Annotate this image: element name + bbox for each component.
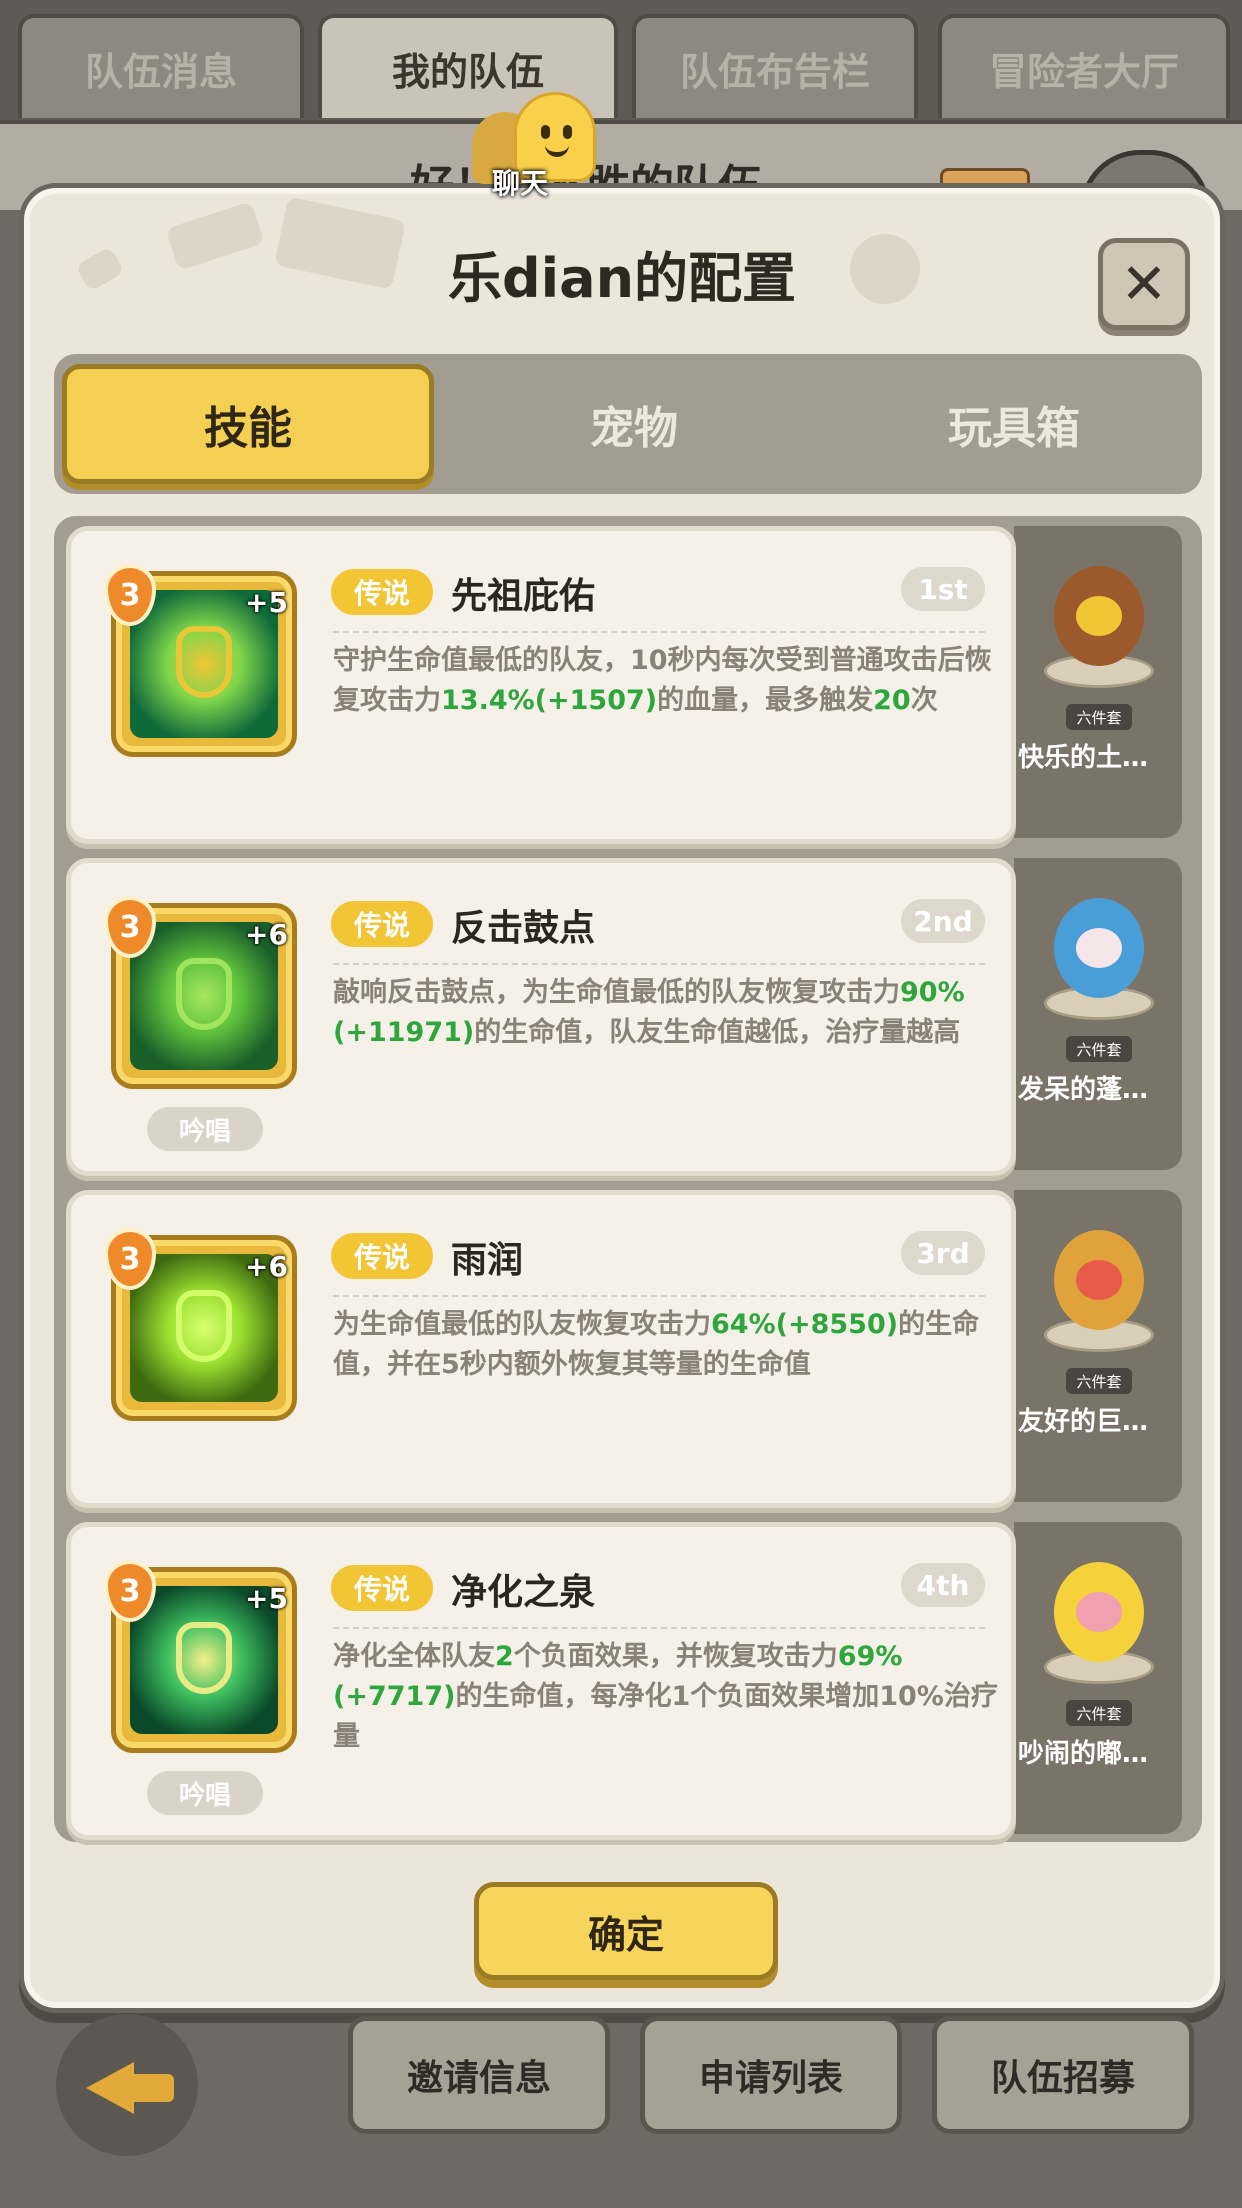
skill-icon-frame[interactable]: 3 +5 (104, 1560, 297, 1753)
skill-description: 为生命值最低的队友恢复攻击力64%(+8550)的生命值，并在5秒内额外恢复其等… (333, 1305, 1005, 1385)
skill-emblem-icon (176, 1290, 232, 1362)
skill-icon-frame[interactable]: 3 +5 (104, 564, 297, 757)
rarity-tag: 传说 (331, 1233, 433, 1279)
tab-team-messages[interactable]: 队伍消息 (18, 14, 304, 118)
back-arrow-icon (86, 2062, 134, 2114)
skill-rank-badge: 3rd (901, 1231, 985, 1275)
skill-card[interactable]: 3 +6 传说 雨润 3rd 为生命值最低的队友恢复攻击力64%(+8550)的生命值，并… (66, 1190, 1016, 1508)
divider (333, 1295, 985, 1297)
loadout-tab-bar: 技能 宠物 玩具箱 (54, 354, 1202, 494)
skill-card[interactable]: 3 +6 吟唱 传说 反击鼓点 2nd 敲响反击鼓点，为生命值最低的队友恢复攻击力90%(+… (66, 858, 1016, 1176)
skill-desc-part: 13.4%(+1507) (441, 685, 658, 716)
loadout-dialog: 乐dian的配置 ✕ 技能 宠物 玩具箱 六件套 快乐的土… 3 +5 传说 先祖庇佑 1s… (24, 188, 1220, 2008)
chant-tag: 吟唱 (147, 1107, 263, 1151)
skill-plus-level: +5 (245, 586, 288, 619)
pet-slot[interactable]: 六件套友好的巨… (1014, 1190, 1182, 1502)
skill-desc-part: 的血量，最多触发 (657, 685, 874, 716)
divider (333, 1627, 985, 1629)
ghost-mouth (545, 145, 569, 157)
skill-name: 先祖庇佑 (451, 576, 596, 617)
pet-name: 发呆的蓬… (1018, 1075, 1149, 1105)
skill-card[interactable]: 3 +5 传说 先祖庇佑 1st 守护生命值最低的队友，10秒内每次受到普通攻击后恢复攻击… (66, 526, 1016, 844)
top-tab-bar: 队伍消息 我的队伍 队伍布告栏 冒险者大厅 (0, 0, 1242, 120)
skill-name: 反击鼓点 (451, 908, 596, 949)
close-button[interactable]: ✕ (1098, 238, 1190, 330)
tab-toybox[interactable]: 玩具箱 (834, 364, 1194, 484)
skill-rank-badge: 4th (901, 1563, 985, 1607)
skill-rank-badge: 1st (901, 567, 985, 611)
pet-slot[interactable]: 六件套发呆的蓬… (1014, 858, 1182, 1170)
skill-name: 净化之泉 (451, 1572, 596, 1613)
pet-face (1076, 596, 1122, 636)
skill-desc-part: 个负面效果，并恢复攻击力 (513, 1641, 838, 1672)
skill-desc-part: 为生命值最低的队友恢复攻击力 (333, 1309, 711, 1340)
ghost-eye (563, 125, 572, 139)
skill-emblem-icon (176, 958, 232, 1030)
skill-description: 敲响反击鼓点，为生命值最低的队友恢复攻击力90%(+11971)的生命值，队友生… (333, 973, 1005, 1053)
pet-set-badge: 六件套 (1066, 1036, 1132, 1062)
back-arrow-tail (130, 2074, 174, 2102)
rarity-tag: 传说 (331, 569, 433, 615)
skill-description: 守护生命值最低的队友，10秒内每次受到普通攻击后恢复攻击力13.4%(+1507… (333, 641, 1005, 721)
skill-desc-part: 2 (495, 1641, 514, 1672)
skill-desc-part: 的生命值，队友生命值越低，治疗量越高 (474, 1017, 961, 1048)
skill-desc-part: 敲响反击鼓点，为生命值最低的队友恢复攻击力 (333, 977, 900, 1008)
team-recruit-button[interactable]: 队伍招募 (932, 2016, 1194, 2134)
tab-skills[interactable]: 技能 (62, 364, 434, 484)
tab-adventurer-hall[interactable]: 冒险者大厅 (938, 14, 1230, 118)
pet-slot[interactable]: 六件套快乐的土… (1014, 526, 1182, 838)
close-icon: ✕ (1120, 251, 1168, 317)
pet-set-badge: 六件套 (1066, 1700, 1132, 1726)
rarity-tag: 传说 (331, 901, 433, 947)
rarity-tag: 传说 (331, 1565, 433, 1611)
skill-plus-level: +6 (245, 1250, 288, 1283)
skill-desc-part: 净化全体队友 (333, 1641, 495, 1672)
skill-emblem-icon (176, 626, 232, 698)
skill-desc-part: 64%(+8550) (711, 1309, 899, 1340)
chat-label: 聊天 (492, 167, 549, 200)
pet-set-badge: 六件套 (1066, 704, 1132, 730)
pet-slot[interactable]: 六件套吵闹的嘟… (1014, 1522, 1182, 1834)
skill-emblem-icon (176, 1622, 232, 1694)
tab-team-board[interactable]: 队伍布告栏 (632, 14, 918, 118)
chat-button[interactable]: 聊天 (470, 88, 610, 200)
skill-name: 雨润 (451, 1240, 524, 1281)
skill-description: 净化全体队友2个负面效果，并恢复攻击力69%(+7717)的生命值，每净化1个负… (333, 1637, 1005, 1757)
divider (333, 963, 985, 965)
pet-set-badge: 六件套 (1066, 1368, 1132, 1394)
tab-pets[interactable]: 宠物 (454, 364, 814, 484)
back-button[interactable] (56, 2014, 198, 2156)
pet-name: 友好的巨… (1018, 1407, 1149, 1437)
ghost-eye (541, 125, 550, 139)
pet-face (1076, 928, 1122, 968)
skill-icon-frame[interactable]: 3 +6 (104, 896, 297, 1089)
divider (333, 631, 985, 633)
skill-plus-level: +5 (245, 1582, 288, 1615)
dialog-title: 乐dian的配置 (447, 247, 797, 310)
application-list-button[interactable]: 申请列表 (640, 2016, 902, 2134)
skill-rank-badge: 2nd (901, 899, 985, 943)
skill-desc-part: 20 (873, 685, 911, 716)
skill-plus-level: +6 (245, 918, 288, 951)
confirm-button[interactable]: 确定 (474, 1882, 778, 1980)
skill-icon-frame[interactable]: 3 +6 (104, 1228, 297, 1421)
chant-tag: 吟唱 (147, 1771, 263, 1815)
skill-desc-part: 次 (910, 685, 938, 716)
skill-list: 六件套 快乐的土… 3 +5 传说 先祖庇佑 1st 守护生命值最低的队友，10秒内每次受到普… (54, 516, 1202, 1842)
pet-name: 吵闹的嘟… (1018, 1739, 1149, 1769)
skill-card[interactable]: 3 +5 吟唱 传说 净化之泉 4th 净化全体队友2个负面效果，并恢复攻击力69%(+77… (66, 1522, 1016, 1840)
invite-info-button[interactable]: 邀请信息 (348, 2016, 610, 2134)
pet-face (1076, 1592, 1122, 1632)
pet-face (1076, 1260, 1122, 1300)
pet-name: 快乐的土… (1018, 743, 1149, 773)
